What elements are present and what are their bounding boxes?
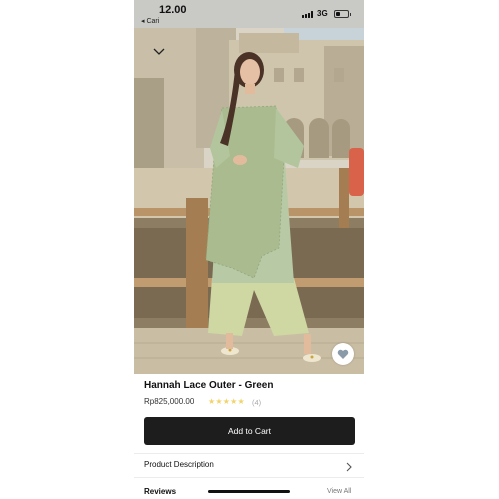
battery-icon — [334, 10, 351, 18]
back-to-app-link[interactable]: ◂ Cari — [141, 17, 159, 25]
product-title: Hannah Lace Outer - Green — [144, 380, 274, 391]
status-time: 12.00 — [159, 4, 187, 16]
product-description-label: Product Description — [144, 460, 214, 469]
chevron-right-icon — [346, 459, 352, 472]
network-type: 3G — [317, 9, 328, 18]
rating-stars: ★★★★★ — [208, 397, 245, 406]
wishlist-button[interactable] — [332, 343, 354, 365]
star-icon: ★★★★★ — [208, 397, 245, 406]
product-description-row[interactable]: Product Description — [134, 454, 364, 476]
phone-screen: 12.00 ◂ Cari 3G Hannah Lace Outer - Gree… — [134, 0, 364, 499]
divider — [134, 477, 364, 478]
heart-icon — [337, 349, 349, 360]
product-image[interactable] — [134, 28, 364, 374]
view-all-reviews-link[interactable]: View All — [327, 488, 351, 495]
status-bar: 12.00 ◂ Cari 3G — [134, 0, 364, 28]
product-price: Rp825,000.00 — [144, 397, 195, 406]
review-count: (4) — [252, 398, 262, 407]
signal-icon — [302, 11, 314, 18]
chevron-down-icon[interactable] — [152, 46, 166, 56]
add-to-cart-button[interactable]: Add to Cart — [144, 417, 355, 445]
home-indicator[interactable] — [208, 490, 290, 493]
product-photo — [134, 28, 364, 374]
reviews-heading: Reviews — [144, 487, 177, 496]
